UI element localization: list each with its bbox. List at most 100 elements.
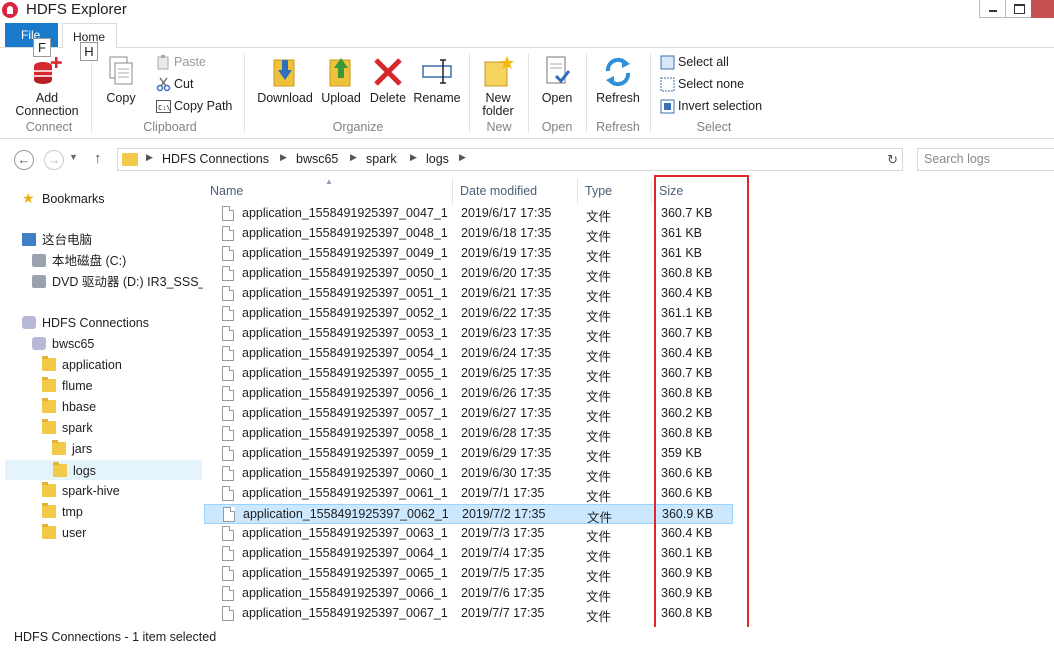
file-row[interactable]: application_1558491925397_0065_1 2019/7/5… xyxy=(204,564,733,584)
file-row[interactable]: application_1558491925397_0051_1 2019/6/2… xyxy=(204,284,733,304)
column-divider[interactable] xyxy=(577,178,578,204)
open-file-icon xyxy=(541,54,573,88)
new-folder-button[interactable]: New folder xyxy=(474,54,522,118)
file-type: 文件 xyxy=(586,290,612,304)
up-arrow-icon[interactable]: ↑ xyxy=(94,150,102,167)
file-row[interactable]: application_1558491925397_0061_1 2019/7/1… xyxy=(204,484,733,504)
file-row[interactable]: application_1558491925397_0066_1 2019/7/6… xyxy=(204,584,733,604)
nav-this-pc[interactable]: 这台电脑 xyxy=(22,230,92,250)
nav-folder-flume[interactable]: flume xyxy=(42,376,93,396)
file-size: 360.1 KB xyxy=(661,546,713,560)
open-button[interactable]: Open xyxy=(535,54,579,105)
invert-selection-button[interactable]: Invert selection xyxy=(660,97,762,115)
svg-text:C:\: C:\ xyxy=(158,104,171,112)
nav-hdfs-connections[interactable]: HDFS Connections xyxy=(22,313,149,333)
file-row[interactable]: application_1558491925397_0052_1 2019/6/2… xyxy=(204,304,733,324)
copy-path-icon: C:\ xyxy=(156,99,171,114)
file-row[interactable]: application_1558491925397_0063_1 2019/7/3… xyxy=(204,524,733,544)
file-row[interactable]: application_1558491925397_0057_1 2019/6/2… xyxy=(204,404,733,424)
add-connection-button[interactable]: Add Connection xyxy=(12,54,82,118)
file-row[interactable]: application_1558491925397_0064_1 2019/7/4… xyxy=(204,544,733,564)
delete-button[interactable]: Delete xyxy=(367,54,409,105)
open-label: Open xyxy=(541,91,573,105)
nav-bookmarks-label: Bookmarks xyxy=(42,192,105,206)
refresh-icon xyxy=(602,54,634,88)
file-date-modified: 2019/6/19 17:35 xyxy=(461,246,552,260)
breadcrumb-spark[interactable]: spark xyxy=(366,152,397,166)
forward-arrow-icon[interactable]: → xyxy=(44,150,64,170)
file-type: 文件 xyxy=(586,570,612,584)
close-button[interactable] xyxy=(1031,0,1054,18)
file-size: 360.4 KB xyxy=(661,526,713,540)
paste-icon xyxy=(156,55,171,70)
nav-folder-user[interactable]: user xyxy=(42,523,86,543)
nav-local-disk[interactable]: 本地磁盘 (C:) xyxy=(32,251,126,271)
search-input[interactable]: Search logs xyxy=(917,148,1054,171)
nav-folder-jars[interactable]: jars xyxy=(52,439,92,459)
file-row[interactable]: application_1558491925397_0060_1 2019/6/3… xyxy=(204,464,733,484)
file-date-modified: 2019/6/18 17:35 xyxy=(461,226,552,240)
file-row[interactable]: application_1558491925397_0059_1 2019/6/2… xyxy=(204,444,733,464)
file-icon xyxy=(222,246,234,261)
nav-dvd-drive[interactable]: DVD 驱动器 (D:) IR3_SSS_X xyxy=(32,272,203,292)
file-date-modified: 2019/7/3 17:35 xyxy=(461,526,545,540)
file-row[interactable]: application_1558491925397_0047_1 2019/6/1… xyxy=(204,204,733,224)
file-date-modified: 2019/6/27 17:35 xyxy=(461,406,552,420)
file-row[interactable]: application_1558491925397_0050_1 2019/6/2… xyxy=(204,264,733,284)
file-name: application_1558491925397_0063_1 xyxy=(242,526,448,540)
breadcrumb-hdfs-connections[interactable]: HDFS Connections xyxy=(162,152,269,166)
breadcrumb-logs[interactable]: logs xyxy=(426,152,449,166)
nav-bookmarks[interactable]: ★ Bookmarks xyxy=(22,189,105,209)
nav-folder-logs[interactable]: logs xyxy=(5,460,202,480)
refresh-button[interactable]: Refresh xyxy=(594,54,642,105)
file-size: 360.9 KB xyxy=(661,566,713,580)
nav-folder-spark[interactable]: spark xyxy=(42,418,93,438)
column-header-type[interactable]: Type xyxy=(585,184,612,198)
file-date-modified: 2019/6/30 17:35 xyxy=(461,466,552,480)
download-button[interactable]: Download xyxy=(254,54,316,105)
file-size: 360.8 KB xyxy=(661,386,713,400)
column-header-size[interactable]: Size xyxy=(659,184,683,198)
file-row[interactable]: application_1558491925397_0048_1 2019/6/1… xyxy=(204,224,733,244)
file-date-modified: 2019/7/6 17:35 xyxy=(461,586,545,600)
cut-button[interactable]: Cut xyxy=(156,75,193,93)
copy-path-button[interactable]: C:\ Copy Path xyxy=(156,97,232,115)
upload-button[interactable]: Upload xyxy=(318,54,364,105)
file-row[interactable]: application_1558491925397_0067_1 2019/7/7… xyxy=(204,604,733,624)
select-all-button[interactable]: Select all xyxy=(660,53,729,71)
folder-icon xyxy=(52,440,66,456)
nav-folder-spark-hive[interactable]: spark-hive xyxy=(42,481,120,501)
file-row[interactable]: application_1558491925397_0054_1 2019/6/2… xyxy=(204,344,733,364)
file-row[interactable]: application_1558491925397_0049_1 2019/6/1… xyxy=(204,244,733,264)
file-row[interactable]: application_1558491925397_0055_1 2019/6/2… xyxy=(204,364,733,384)
copy-label: Copy xyxy=(106,91,136,105)
nav-folder-hbase[interactable]: hbase xyxy=(42,397,96,417)
history-chevron-down-icon[interactable]: ▼ xyxy=(69,152,78,162)
column-header-date-modified[interactable]: Date modified xyxy=(460,184,537,198)
refresh-icon[interactable]: ↻ xyxy=(887,152,898,168)
back-arrow-icon[interactable]: ← xyxy=(14,150,34,170)
address-bar[interactable]: ▶ HDFS Connections ▶ bwsc65 ▶ spark ▶ lo… xyxy=(117,148,903,171)
file-icon xyxy=(222,446,234,461)
nav-bwsc65[interactable]: bwsc65 xyxy=(32,334,94,354)
file-row[interactable]: application_1558491925397_0053_1 2019/6/2… xyxy=(204,324,733,344)
file-row[interactable]: application_1558491925397_0056_1 2019/6/2… xyxy=(204,384,733,404)
rename-button[interactable]: Rename xyxy=(412,54,462,105)
column-header-name[interactable]: Name xyxy=(210,184,243,198)
column-divider[interactable] xyxy=(651,178,652,204)
copy-button[interactable]: Copy xyxy=(100,54,142,105)
file-row[interactable]: application_1558491925397_0062_1 2019/7/2… xyxy=(204,504,733,525)
file-icon xyxy=(222,266,234,281)
nav-folder-tmp[interactable]: tmp xyxy=(42,502,83,522)
breadcrumb-bwsc65[interactable]: bwsc65 xyxy=(296,152,338,166)
upload-icon xyxy=(325,54,357,88)
maximize-button[interactable] xyxy=(1005,0,1032,18)
nav-folder-application[interactable]: application xyxy=(42,355,122,375)
select-none-button[interactable]: Select none xyxy=(660,75,744,93)
dvd-drive-icon xyxy=(32,275,46,289)
column-divider[interactable] xyxy=(452,178,453,204)
minimize-button[interactable] xyxy=(979,0,1006,18)
paste-button[interactable]: Paste xyxy=(156,53,206,71)
file-name: application_1558491925397_0066_1 xyxy=(242,586,448,600)
file-row[interactable]: application_1558491925397_0058_1 2019/6/2… xyxy=(204,424,733,444)
